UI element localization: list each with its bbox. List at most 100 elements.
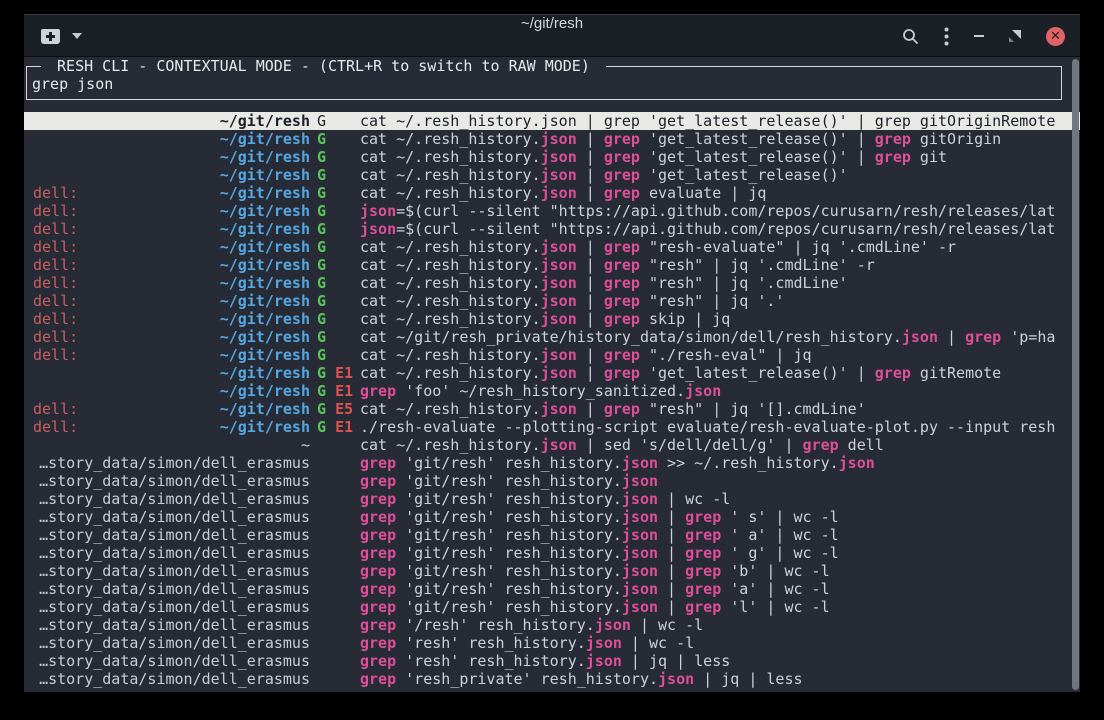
row-directory-label: ~/git/resh [33, 238, 310, 256]
history-list: ~/git/resh Gcat ~/.resh_history.json | gr… [24, 112, 1080, 688]
row-flags: G [317, 274, 326, 292]
row-flags: G [317, 202, 326, 220]
history-row[interactable]: dell:~/git/reshGcat ~/.resh_history.json… [24, 310, 1080, 328]
row-directory-label: …story_data/simon/dell_erasmus [33, 616, 310, 634]
row-flag-badge: G [317, 328, 326, 346]
kebab-menu-icon [944, 27, 949, 46]
close-icon: ✕ [1046, 27, 1065, 46]
history-row[interactable]: …story_data/simon/dell_erasmus grep 'git/… [24, 598, 1080, 616]
history-row[interactable]: dell:~/git/reshGjson=$(curl --silent "ht… [24, 220, 1080, 238]
search-query-input[interactable]: grep json [32, 75, 113, 93]
close-button[interactable]: ✕ [1046, 27, 1065, 46]
history-row[interactable]: …story_data/simon/dell_erasmusgrep 'git/… [24, 562, 1080, 580]
row-command-text: cat ~/.resh_history.json | grep "resh-ev… [360, 238, 1069, 256]
row-command-text: json=$(curl --silent "https://api.github… [360, 220, 1069, 238]
row-directory-label: ~/git/resh [33, 256, 310, 274]
history-row[interactable]: ~/git/reshGcat ~/.resh_history.json | gr… [24, 130, 1080, 148]
history-row[interactable]: ~cat ~/.resh_history.json | sed 's/dell/… [24, 436, 1080, 454]
row-command-text: grep 'git/resh' resh_history.json >> ~/.… [360, 454, 1069, 472]
history-row[interactable]: dell:~/git/reshGjson=$(curl --silent "ht… [24, 202, 1080, 220]
row-directory-label: ~/git/resh [33, 112, 310, 130]
row-directory-label: ~/git/resh [33, 220, 310, 238]
history-row[interactable]: dell:~/git/reshGcat ~/.resh_history.json… [24, 184, 1080, 202]
row-directory-label: …story_data/simon/dell_erasmus [33, 472, 310, 490]
row-command-text: cat ~/git/resh_private/history_data/simo… [360, 328, 1069, 346]
resh-header-box: RESH CLI - CONTEXTUAL MODE - (CTRL+R to … [26, 66, 1062, 100]
history-row[interactable]: …story_data/simon/dell_erasmusgrep 'git/… [24, 544, 1080, 562]
row-directory-label: ~ [33, 436, 310, 454]
row-command-text: grep 'git/resh' resh_history.json | grep… [360, 508, 1069, 526]
row-flag-badge: E1 [335, 382, 353, 400]
history-row[interactable]: dell:~/git/reshGcat ~/git/resh_private/h… [24, 328, 1080, 346]
history-row[interactable]: …story_data/simon/dell_erasmus grep '/res… [24, 616, 1080, 634]
row-flags: G [317, 328, 326, 346]
history-row[interactable]: …story_data/simon/dell_erasmusgrep 'resh… [24, 670, 1080, 688]
row-flag-badge: G [317, 148, 326, 166]
history-row[interactable]: ~/git/reshGcat ~/.resh_history.json | gr… [24, 148, 1080, 166]
row-directory-label: …story_data/simon/dell_erasmus [33, 508, 310, 526]
history-row[interactable]: …story_data/simon/dell_erasmusgrep 'resh… [24, 652, 1080, 670]
row-flag-badge: G [317, 112, 326, 130]
row-flags: G E1 [317, 364, 353, 382]
history-row[interactable]: ~/git/reshG E1grep 'foo' ~/resh_history_… [24, 382, 1080, 400]
row-command-text: cat ~/.resh_history.json | grep "resh" |… [360, 292, 1069, 310]
row-directory-label: ~/git/resh [33, 274, 310, 292]
row-command-text: grep 'resh' resh_history.json | wc -l [360, 634, 1069, 652]
row-flag-badge: G [317, 220, 326, 238]
history-row[interactable]: dell:~/git/reshG E1./resh-evaluate --plo… [24, 418, 1080, 436]
history-row[interactable]: dell:~/git/reshGcat ~/.resh_history.json… [24, 292, 1080, 310]
row-directory-label: ~/git/resh [33, 166, 310, 184]
row-command-text: cat ~/.resh_history.json | grep "resh" |… [360, 256, 1069, 274]
row-command-text: cat ~/.resh_history.json | grep evaluate… [360, 184, 1069, 202]
history-row[interactable]: …story_data/simon/dell_erasmusgrep 'git/… [24, 526, 1080, 544]
restore-button[interactable] [1009, 30, 1021, 42]
row-directory-label: …story_data/simon/dell_erasmus [33, 634, 310, 652]
row-command-text: grep '/resh' resh_history.json | wc -l [360, 616, 1069, 634]
history-row[interactable]: dell:~/git/reshGcat ~/.resh_history.json… [24, 274, 1080, 292]
row-flags: G [317, 166, 326, 184]
row-flags: G [317, 220, 326, 238]
row-flags: G E1 [317, 382, 353, 400]
minimize-button[interactable] [974, 35, 984, 37]
row-flags: G [317, 256, 326, 274]
history-row[interactable]: dell:~/git/reshG E5cat ~/.resh_history.j… [24, 400, 1080, 418]
history-row[interactable]: …story_data/simon/dell_erasmusgrep 'git/… [24, 472, 1080, 490]
row-directory-label: ~/git/resh [33, 148, 310, 166]
menu-button[interactable] [944, 27, 949, 46]
history-row[interactable]: …story_data/simon/dell_erasmusgrep 'git/… [24, 580, 1080, 598]
history-row[interactable]: ~/git/reshGcat ~/.resh_history.json | gr… [24, 166, 1080, 184]
row-command-text: cat ~/.resh_history.json | grep 'get_lat… [360, 130, 1069, 148]
row-directory-label: …story_data/simon/dell_erasmus [33, 580, 310, 598]
row-flags: G E1 [317, 418, 353, 436]
row-flag-badge: G [317, 364, 326, 382]
history-row[interactable]: dell:~/git/reshGcat ~/.resh_history.json… [24, 256, 1080, 274]
history-row[interactable]: ~/git/reshG E1cat ~/.resh_history.json |… [24, 364, 1080, 382]
row-directory-label: …story_data/simon/dell_erasmus [33, 454, 310, 472]
terminal-screen[interactable]: RESH CLI - CONTEXTUAL MODE - (CTRL+R to … [24, 57, 1080, 692]
row-command-text: grep 'git/resh' resh_history.json | grep… [360, 598, 1069, 616]
row-command-text: cat ~/.resh_history.json | grep "resh" |… [360, 274, 1069, 292]
row-flag-badge: G [317, 382, 326, 400]
history-row[interactable]: …story_data/simon/dell_erasmus grep 'git/… [24, 508, 1080, 526]
row-flag-badge: G [317, 346, 326, 364]
search-button[interactable] [902, 28, 919, 45]
row-flags: G [317, 184, 326, 202]
resh-mode-title: RESH CLI - CONTEXTUAL MODE - (CTRL+R to … [41, 57, 606, 75]
row-directory-label: …story_data/simon/dell_erasmus [33, 652, 310, 670]
history-row[interactable]: …story_data/simon/dell_erasmus grep 'git/… [24, 454, 1080, 472]
row-flags: G E5 [317, 400, 353, 418]
row-directory-label: ~/git/resh [33, 184, 310, 202]
history-row[interactable]: …story_data/simon/dell_erasmusgrep 'git/… [24, 490, 1080, 508]
row-directory-label: …story_data/simon/dell_erasmus [33, 598, 310, 616]
row-flag-badge: E1 [335, 418, 353, 436]
history-row[interactable]: dell:~/git/reshGcat ~/.resh_history.json… [24, 346, 1080, 364]
row-flag-badge: E5 [335, 400, 353, 418]
history-row[interactable]: dell:~/git/reshGcat ~/.resh_history.json… [24, 238, 1080, 256]
row-directory-label: …story_data/simon/dell_erasmus [33, 562, 310, 580]
row-directory-label: ~/git/resh [33, 328, 310, 346]
history-row[interactable]: …story_data/simon/dell_erasmus grep 'resh… [24, 634, 1080, 652]
row-directory-label: ~/git/resh [33, 346, 310, 364]
scrollbar-thumb[interactable] [1072, 59, 1079, 690]
row-flag-badge: G [317, 418, 326, 436]
history-row[interactable]: ~/git/reshGcat ~/.resh_history.json | gr… [24, 112, 1080, 130]
